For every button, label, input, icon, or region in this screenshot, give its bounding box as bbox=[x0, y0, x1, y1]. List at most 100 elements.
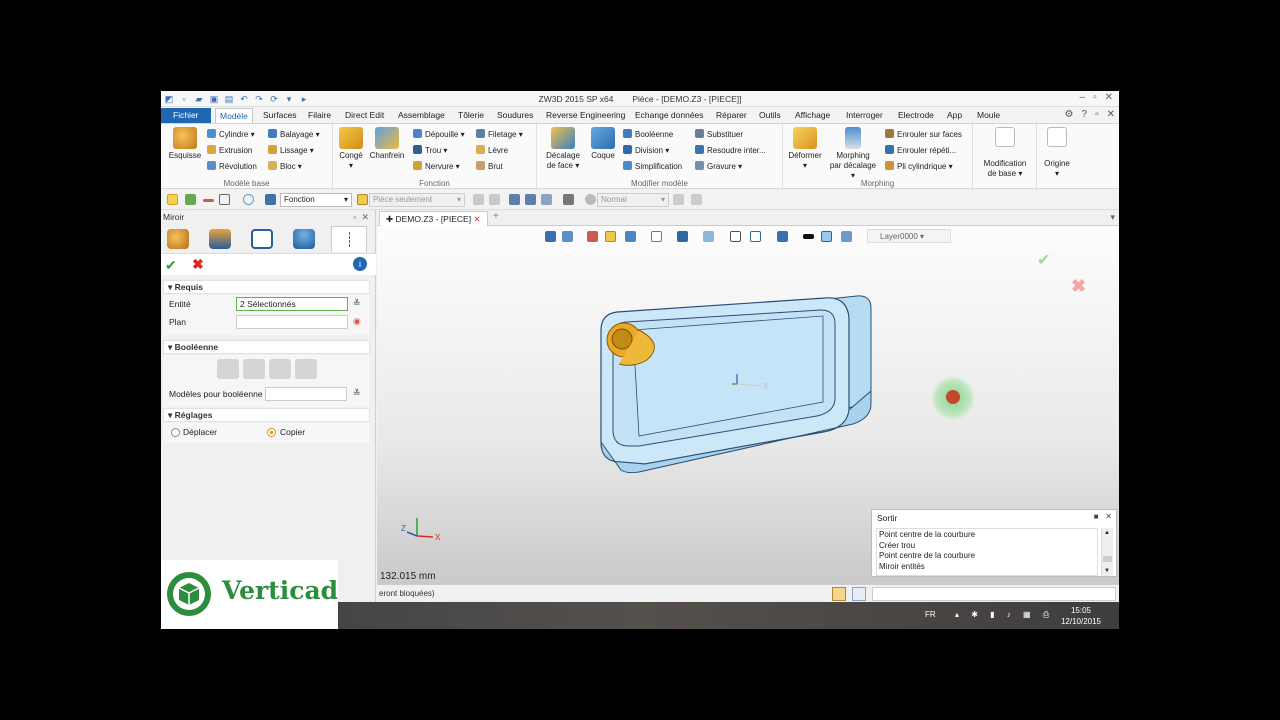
clock[interactable]: 15:05 12/10/2015 bbox=[1061, 605, 1101, 627]
output-close-icon[interactable]: ✕ bbox=[1105, 512, 1112, 521]
document-tab[interactable]: ✚ DEMO.Z3 - [PIECE] ✕ bbox=[379, 211, 488, 226]
stamp-icon[interactable] bbox=[209, 229, 231, 249]
origine-button[interactable]: Origine ▾ bbox=[1039, 127, 1075, 179]
mirror-tab[interactable] bbox=[331, 226, 367, 252]
tool-d-icon[interactable] bbox=[525, 194, 536, 205]
help-icon[interactable]: ? bbox=[1082, 109, 1088, 120]
filter-select[interactable]: Fonction ▾ bbox=[280, 193, 352, 207]
conge-button[interactable]: Congé ▾ bbox=[336, 127, 366, 171]
tool-i-icon[interactable] bbox=[691, 194, 702, 205]
morphing-decalage-button[interactable]: Morphing par décalage ▾ bbox=[827, 127, 879, 181]
tab-affichage[interactable]: Affichage bbox=[791, 108, 834, 123]
cancel-icon[interactable]: ✖ bbox=[192, 256, 204, 273]
deformer-button[interactable]: Déformer ▾ bbox=[785, 127, 825, 171]
section-reglages[interactable]: ▾ Réglages bbox=[163, 408, 370, 422]
modeles-booleenne-field[interactable] bbox=[265, 387, 347, 401]
bloc-button[interactable]: Bloc ▾ bbox=[268, 161, 302, 172]
modeles-expand-icon[interactable]: ≚ bbox=[353, 388, 361, 399]
esquisse-button[interactable]: Esquisse bbox=[167, 127, 203, 161]
tab-surfaces[interactable]: Surfaces bbox=[259, 108, 301, 123]
scope-select[interactable]: Pièce seulement ▾ bbox=[369, 193, 465, 207]
depouille-button[interactable]: Dépouille ▾ bbox=[413, 129, 465, 140]
resoudre-button[interactable]: Resoudre inter... bbox=[695, 145, 766, 156]
palette-icon[interactable] bbox=[167, 229, 189, 249]
tab-assemblage[interactable]: Assemblage bbox=[394, 108, 449, 123]
tool-c-icon[interactable] bbox=[509, 194, 520, 205]
ok-icon[interactable]: ✔ bbox=[165, 257, 177, 274]
scroll-up-icon[interactable]: ▲ bbox=[1104, 530, 1110, 536]
output-scrollbar[interactable]: ▲ ▼ bbox=[1101, 528, 1113, 576]
tab-outils[interactable]: Outils bbox=[755, 108, 785, 123]
plan-field[interactable] bbox=[236, 315, 348, 329]
frame-icon[interactable] bbox=[219, 194, 230, 205]
section-requis[interactable]: ▾ Requis bbox=[163, 280, 370, 294]
close-doc-icon[interactable]: ✕ bbox=[1107, 109, 1115, 120]
add-icon[interactable] bbox=[185, 194, 196, 205]
tab-close-icon[interactable]: ✕ bbox=[473, 214, 480, 224]
tab-modele[interactable]: Modèle bbox=[215, 108, 253, 123]
circle-select-icon[interactable] bbox=[243, 194, 254, 205]
scroll-thumb[interactable] bbox=[1103, 556, 1112, 562]
cylindre-button[interactable]: Cylindre ▾ bbox=[207, 129, 255, 140]
tab-interroger[interactable]: Interroger bbox=[842, 108, 887, 123]
pli-cylindrique-button[interactable]: Pli cylindrique ▾ bbox=[885, 161, 953, 172]
booleenne-button[interactable]: Booléenne bbox=[623, 129, 673, 140]
dome-icon[interactable] bbox=[293, 229, 315, 249]
tab-reverse-engineering[interactable]: Reverse Engineering bbox=[542, 108, 629, 123]
modification-base-button[interactable]: Modification de base ▾ bbox=[977, 127, 1033, 179]
minimize-icon[interactable]: – bbox=[1080, 92, 1086, 103]
remove-icon[interactable] bbox=[203, 199, 214, 202]
tool-f-icon[interactable] bbox=[563, 194, 574, 205]
settings-icon[interactable]: ⚙ bbox=[1065, 109, 1074, 120]
tab-fichier[interactable]: Fichier bbox=[161, 108, 211, 123]
tabs-menu-icon[interactable]: ▾ bbox=[1110, 212, 1115, 223]
entite-expand-icon[interactable]: ≚ bbox=[353, 298, 361, 309]
close-icon[interactable]: ✕ bbox=[1105, 92, 1113, 103]
substituer-button[interactable]: Substituer bbox=[695, 129, 743, 140]
brut-button[interactable]: Brut bbox=[476, 161, 503, 172]
division-button[interactable]: Division ▾ bbox=[623, 145, 669, 156]
decalage-face-button[interactable]: Décalage de face ▾ bbox=[543, 127, 583, 171]
filetage-button[interactable]: Filetage ▾ bbox=[476, 129, 523, 140]
extrusion-button[interactable]: Extrusion bbox=[207, 145, 252, 156]
select-pointer-icon[interactable] bbox=[167, 194, 178, 205]
panel-close-icon[interactable]: ✕ bbox=[361, 212, 369, 222]
tab-tolerie[interactable]: Tôlerie bbox=[454, 108, 488, 123]
filter-icon[interactable] bbox=[265, 194, 276, 205]
boolean-subtract-icon[interactable] bbox=[269, 359, 291, 379]
lissage-button[interactable]: Lissage ▾ bbox=[268, 145, 314, 156]
tab-direct-edit[interactable]: Direct Edit bbox=[341, 108, 388, 123]
mode-select[interactable]: Normal ▾ bbox=[597, 193, 669, 207]
deplacer-radio[interactable] bbox=[171, 428, 180, 437]
simplification-button[interactable]: Simplification bbox=[623, 161, 682, 172]
pick-icon[interactable] bbox=[357, 194, 368, 205]
balayage-button[interactable]: Balayage ▾ bbox=[268, 129, 320, 140]
glasses-icon[interactable] bbox=[251, 229, 273, 249]
tab-soudures[interactable]: Soudures bbox=[493, 108, 537, 123]
tool-a-icon[interactable] bbox=[473, 194, 484, 205]
copier-radio[interactable] bbox=[267, 428, 276, 437]
plan-pick-icon[interactable]: ◉ bbox=[353, 316, 361, 327]
language-indicator[interactable]: FR bbox=[925, 610, 936, 619]
boolean-add-icon[interactable] bbox=[243, 359, 265, 379]
enrouler-repetition-button[interactable]: Enrouler répéti... bbox=[885, 145, 956, 156]
tab-reparer[interactable]: Réparer bbox=[712, 108, 751, 123]
levre-button[interactable]: Lèvre bbox=[476, 145, 508, 156]
boolean-base-icon[interactable] bbox=[217, 359, 239, 379]
status-panel-icon[interactable] bbox=[852, 587, 866, 601]
trou-button[interactable]: Trou ▾ bbox=[413, 145, 447, 156]
tool-h-icon[interactable] bbox=[673, 194, 684, 205]
pin-icon[interactable]: ▫ bbox=[353, 212, 356, 222]
tray-icons[interactable]: ▴ ✱ ▮ ♪ ▦ ⎙ bbox=[955, 610, 1054, 620]
output-pin-icon[interactable]: ■ bbox=[1094, 512, 1099, 521]
gravure-button[interactable]: Gravure ▾ bbox=[695, 161, 742, 172]
command-input[interactable] bbox=[872, 587, 1116, 601]
coque-button[interactable]: Coque bbox=[587, 127, 619, 161]
info-icon[interactable]: i bbox=[353, 257, 367, 271]
status-grid-icon[interactable] bbox=[832, 587, 846, 601]
section-booleenne[interactable]: ▾ Booléenne bbox=[163, 340, 370, 354]
new-tab-icon[interactable]: + bbox=[493, 211, 499, 222]
tab-moule[interactable]: Moule bbox=[973, 108, 1004, 123]
scroll-down-icon[interactable]: ▼ bbox=[1104, 568, 1110, 574]
tab-electrode[interactable]: Electrode bbox=[894, 108, 938, 123]
